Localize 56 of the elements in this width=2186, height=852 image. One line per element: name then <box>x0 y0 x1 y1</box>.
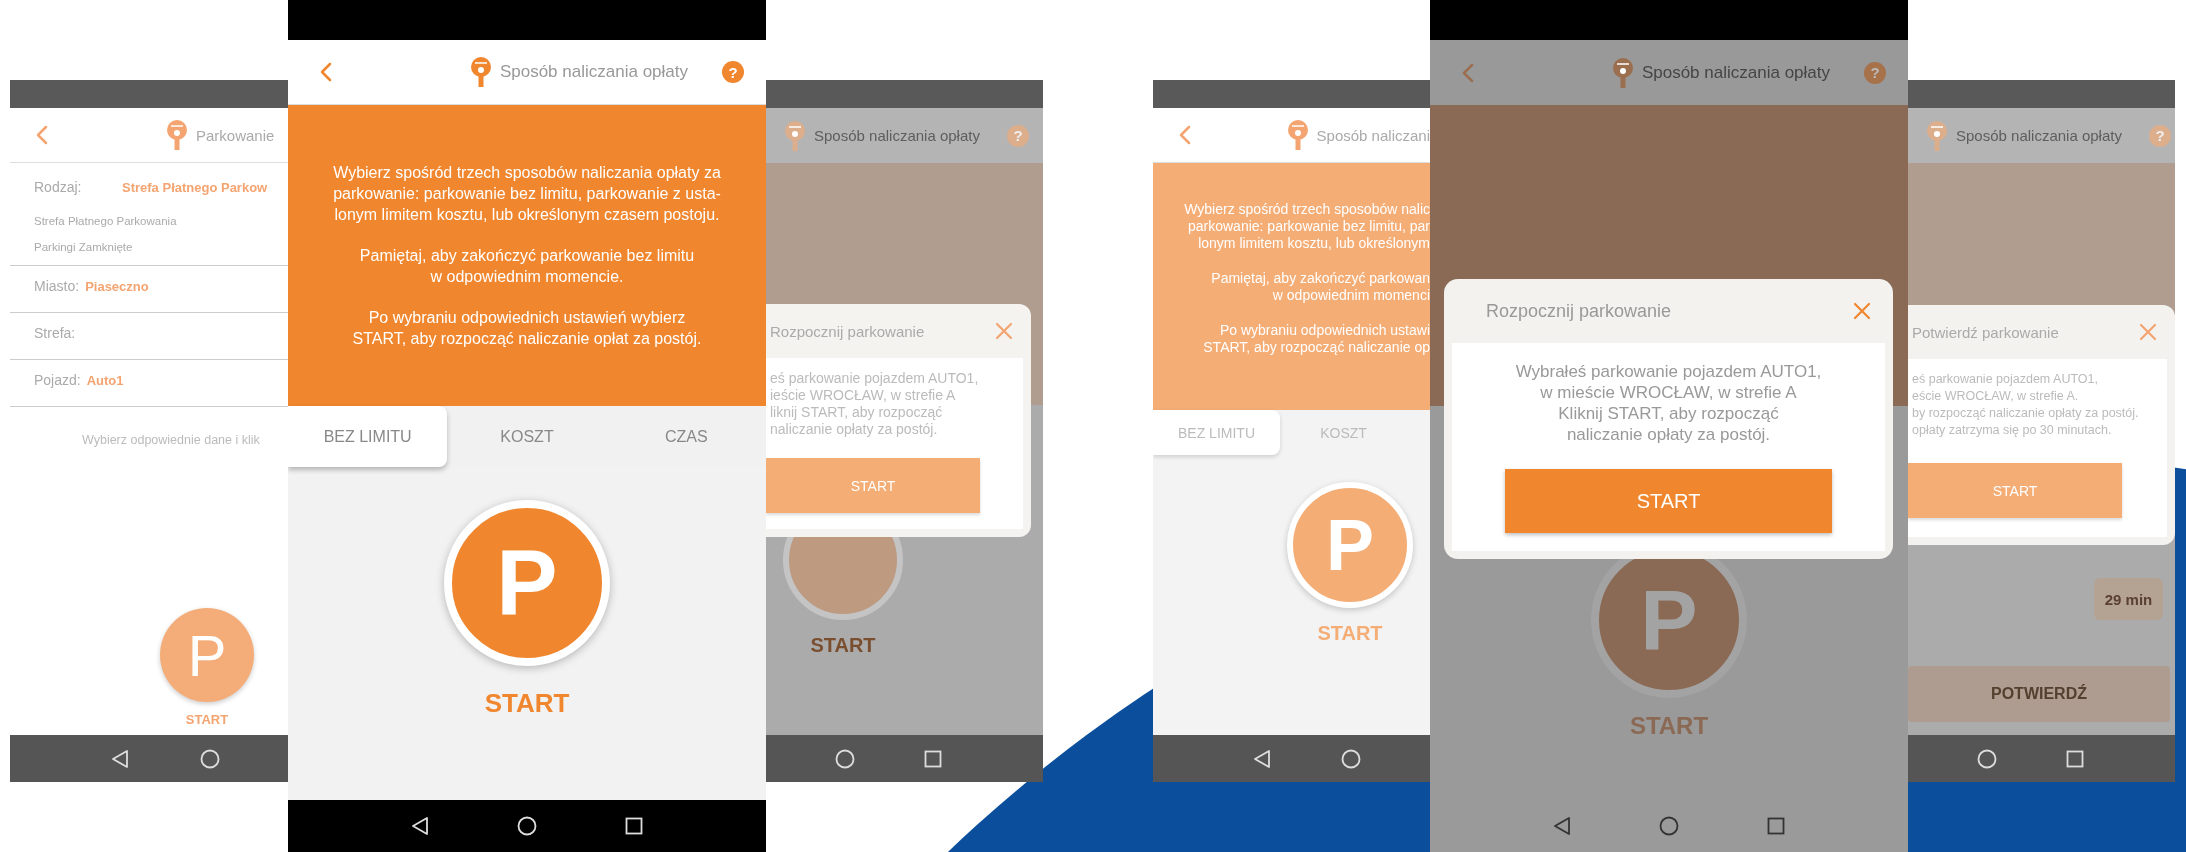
field-label: Pojazd: <box>34 372 81 388</box>
start-label: START <box>484 688 570 719</box>
help-button[interactable]: ? <box>1864 61 1886 84</box>
screen-title: Sposób naliczania opłaty <box>499 62 688 82</box>
info-paragraph: Po wybraniu odpowiednich ustawień wybierz START, aby rozpocząć naliczanie opłat za postój. <box>351 308 703 349</box>
screen-title: Parkowanie <box>196 126 275 144</box>
start-label: START <box>185 712 229 727</box>
field-value[interactable]: Strefa Płatnego Parkow <box>122 180 268 195</box>
start-button[interactable]: START <box>1908 463 2122 518</box>
dialog-message: eś parkowanie pojazdem AUTO1, ieście WROCŁAW, w strefie A liknij START, aby rozpocząć naliczanie opłaty za postój. <box>770 370 980 438</box>
info-paragraph: Pamiętaj, aby zakończyć parkowan w odpowiednim momenci <box>1211 270 1430 304</box>
screen-title: Sposób naliczania opłaty <box>814 127 980 144</box>
tab[interactable]: KOSZT <box>447 406 607 467</box>
dialog-title: Rozpocznij parkowanie <box>1485 300 1672 322</box>
tab[interactable]: BEZ LIMITU <box>1153 410 1280 455</box>
start-button[interactable]: START <box>766 458 980 513</box>
parking-meter-icon <box>469 56 492 88</box>
duration-chip[interactable]: 29 min <box>2094 578 2163 620</box>
field-value[interactable]: Piaseczno <box>85 279 149 294</box>
dialog-message: Wybrałeś parkowanie pojazdem AUTO1, w mieście WROCŁAW, w strefie A Kliknij START, aby rozpocząć naliczanie opłaty za postój. <box>1515 361 1822 445</box>
start-label: START <box>1317 622 1383 645</box>
start-label: START <box>1629 712 1709 740</box>
field-label: Rodzaj: <box>34 179 83 195</box>
info-paragraph: Wybierz spośród trzech sposobów naliczania opłaty za parkowanie: parkowanie bez limitu, parkowanie z usta- lonym limitem kosztu, lub określonym czasem postoju. <box>332 163 722 225</box>
dialog-message: eś parkowanie pojazdem AUTO1, eście WROCŁAW, w strefie A. by rozpocząć naliczanie opłaty za postój. opłaty zatrzyma się po 30 minutach. <box>1912 371 2140 439</box>
info-paragraph: Pamiętaj, aby zakończyć parkowanie bez limitu w odpowiednim momencie. <box>358 246 696 287</box>
info-paragraph: Wybierz spośród trzech sposobów nalic parkowanie: parkowanie bez limitu, par lonym limitem kosztu, lub określonym <box>1184 201 1430 252</box>
parking-meter-icon <box>1286 119 1309 151</box>
dropdown-option[interactable]: Strefa Płatnego Parkowania <box>34 215 264 227</box>
dialog-title: Rozpocznij parkowanie <box>770 322 925 340</box>
parking-start-button[interactable]: P <box>1287 482 1413 608</box>
parking-start-button[interactable]: P <box>444 500 610 666</box>
confirm-button[interactable]: POTWIERDŹ <box>1908 666 2170 722</box>
help-button[interactable]: ? <box>2149 124 2171 147</box>
screen-title: Sposób naliczani <box>1316 126 1430 144</box>
help-button[interactable]: ? <box>1007 124 1029 147</box>
parking-meter-icon <box>166 119 188 151</box>
tab[interactable]: KOSZT <box>1280 410 1407 455</box>
start-button[interactable]: START <box>1505 469 1832 533</box>
tab[interactable]: CZAS <box>606 406 766 467</box>
screen-title: Sposób naliczania opłaty <box>1641 62 1830 83</box>
field-label: Strefa: <box>34 325 76 341</box>
field-value[interactable]: Auto1 <box>86 373 124 388</box>
info-paragraph: Po wybraniu odpowiednich ustawi START, aby rozpocząć naliczanie op <box>1203 322 1430 356</box>
tab[interactable]: BEZ LIMITU <box>288 406 448 467</box>
field-label: Miasto: <box>34 278 80 294</box>
parking-meter-icon <box>784 119 806 152</box>
start-label: START <box>809 634 877 657</box>
parking-meter-icon <box>1926 119 1948 152</box>
help-button[interactable]: ? <box>722 61 744 83</box>
parking-meter-icon <box>1611 56 1634 89</box>
back-icon[interactable] <box>320 62 332 82</box>
parking-start-button[interactable]: P <box>160 608 254 702</box>
dialog-title: Potwierdź parkowanie <box>1912 323 2059 341</box>
dropdown-option[interactable]: Parkingi Zamknięte <box>34 241 264 253</box>
screen-title: Sposób naliczania opłaty <box>1956 127 2122 144</box>
